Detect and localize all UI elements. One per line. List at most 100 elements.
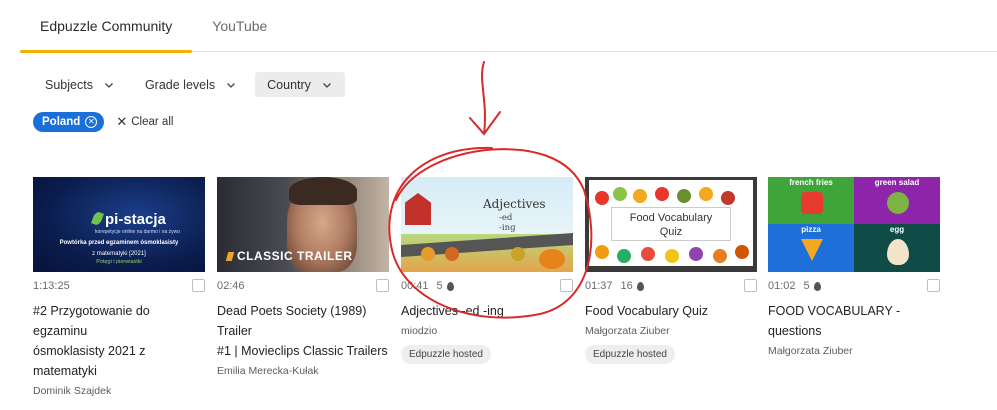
video-author[interactable]: Emilia Merecka-Kułak (217, 365, 389, 377)
video-meta: 00:41 5 (401, 272, 573, 300)
video-title[interactable]: Food Vocabulary Quiz (585, 301, 757, 321)
fruit-icon (665, 249, 679, 263)
tree-icon (511, 247, 525, 261)
drop-icon (813, 281, 821, 291)
use-count: 16 (620, 280, 633, 292)
tab-label: Edpuzzle Community (40, 18, 173, 34)
title-line: Dead Poets Society (1989) Trailer (217, 304, 367, 338)
fruit-icon (595, 191, 609, 205)
thumb-banner: CLASSIC TRAILER (225, 249, 353, 263)
chevron-down-icon (322, 82, 331, 88)
video-card[interactable]: CLASSIC TRAILER 02:46 Dead Poets Society… (217, 177, 389, 377)
clear-all-label: Clear all (131, 116, 174, 128)
video-card[interactable]: Adjectives -ed -ing 00:41 5 Adjectives -e… (401, 177, 573, 364)
tree-icon (445, 247, 459, 261)
video-card[interactable]: pi-stacja korepetycje online na darmo i … (33, 177, 205, 397)
select-checkbox[interactable] (376, 279, 389, 292)
tree-icon (421, 247, 435, 261)
video-thumbnail[interactable]: french fries green salad pizza egg (768, 177, 940, 272)
video-author[interactable]: Dominik Szajdek (33, 385, 205, 397)
fruit-icon (721, 191, 735, 205)
video-author[interactable]: Małgorzata Ziuber (768, 345, 940, 357)
duration: 00:41 (401, 280, 429, 292)
video-thumbnail[interactable]: pi-stacja korepetycje online na darmo i … (33, 177, 205, 272)
video-meta: 01:02 5 (768, 272, 940, 300)
video-author[interactable]: miodzio (401, 325, 573, 337)
video-title[interactable]: Dead Poets Society (1989) Trailer #1 | M… (217, 301, 389, 361)
title-line: Food Vocabulary Quiz (585, 304, 708, 318)
fruit-icon (617, 249, 631, 263)
fries-icon (801, 192, 823, 214)
duration: 01:37 (585, 280, 613, 292)
movieclips-icon (225, 252, 235, 261)
fruit-icon (655, 187, 669, 201)
grade-levels-filter[interactable]: Grade levels (133, 72, 249, 97)
arrow-icon (469, 61, 501, 136)
title-line: ósmoklasisty 2021 z matematyki (33, 344, 146, 378)
quadrant-green-salad: green salad (854, 177, 940, 224)
filter-label: Grade levels (144, 77, 216, 92)
select-checkbox[interactable] (927, 279, 940, 292)
thumb-heading: Adjectives (483, 197, 546, 211)
fruit-icon (699, 187, 713, 201)
filter-label: Subjects (45, 77, 93, 92)
fruit-icon (689, 247, 703, 261)
title-line: Adjectives -ed -ing (401, 304, 504, 318)
video-meta: 02:46 (217, 272, 389, 300)
tab-label: YouTube (212, 18, 268, 34)
drop-icon (446, 281, 454, 291)
title-line: FOOD VOCABULARY - questions (768, 304, 901, 338)
fruit-icon (613, 187, 627, 201)
duration: 1:13:25 (33, 280, 70, 292)
fruit-icon (713, 249, 727, 263)
video-thumbnail[interactable]: Food Vocabulary Quiz (585, 177, 757, 272)
poland-chip[interactable]: Poland ✕ (33, 112, 105, 132)
tab-youtube[interactable]: YouTube (192, 0, 287, 52)
thumb-text: Powtórka przed egzaminem ósmoklasisty (59, 240, 179, 246)
quadrant-french-fries: french fries (768, 177, 854, 224)
chevron-down-icon (227, 82, 236, 88)
tab-edpuzzle-community[interactable]: Edpuzzle Community (20, 0, 193, 53)
drop-icon (636, 281, 644, 291)
fruit-icon (735, 245, 749, 259)
video-thumbnail[interactable]: Adjectives -ed -ing (401, 177, 573, 272)
select-checkbox[interactable] (560, 279, 573, 292)
thumb-subtext: -ed -ing (499, 213, 516, 233)
thumb-tagline: korepetycje online na darmo i na żywo (95, 229, 181, 235)
pumpkin-icon (539, 249, 565, 269)
fruit-icon (677, 189, 691, 203)
clear-all-button[interactable]: ✕ Clear all (116, 114, 173, 130)
pizza-icon (801, 239, 823, 261)
video-title[interactable]: #2 Przygotowanie do egzaminu ósmoklasist… (33, 301, 205, 381)
egg-icon (887, 239, 909, 265)
leaf-icon (91, 210, 104, 227)
use-count: 5 (803, 280, 810, 292)
use-count: 5 (436, 280, 443, 292)
title-line: #1 | Movieclips Classic Trailers (217, 344, 388, 358)
quadrant-pizza: pizza (768, 224, 854, 272)
remove-chip-icon[interactable]: ✕ (85, 116, 98, 128)
actor-hair (289, 177, 357, 205)
video-title[interactable]: Adjectives -ed -ing (401, 301, 573, 321)
video-title[interactable]: FOOD VOCABULARY - questions (768, 301, 940, 341)
salad-icon (887, 192, 909, 214)
video-card[interactable]: Food Vocabulary Quiz 01:37 16 Food Vocabu… (585, 177, 757, 364)
title-line: #2 Przygotowanie do egzaminu (33, 304, 150, 338)
fruit-icon (633, 189, 647, 203)
quadrant-egg: egg (854, 224, 940, 272)
video-card[interactable]: french fries green salad pizza egg 01:02… (768, 177, 940, 357)
source-tabs: Edpuzzle Community YouTube (20, 0, 997, 53)
subjects-filter[interactable]: Subjects (33, 72, 127, 97)
fruit-icon (641, 247, 655, 261)
video-author[interactable]: Małgorzata Ziuber (585, 325, 757, 337)
edpuzzle-hosted-badge: Edpuzzle hosted (585, 345, 675, 364)
video-thumbnail[interactable]: CLASSIC TRAILER (217, 177, 389, 272)
country-filter[interactable]: Country (255, 72, 345, 97)
chip-label: Poland (42, 116, 81, 128)
select-checkbox[interactable] (192, 279, 205, 292)
chevron-down-icon (104, 82, 113, 88)
select-checkbox[interactable] (744, 279, 757, 292)
edpuzzle-hosted-badge: Edpuzzle hosted (401, 345, 491, 364)
barn-icon (405, 193, 431, 225)
video-meta: 1:13:25 (33, 272, 205, 300)
